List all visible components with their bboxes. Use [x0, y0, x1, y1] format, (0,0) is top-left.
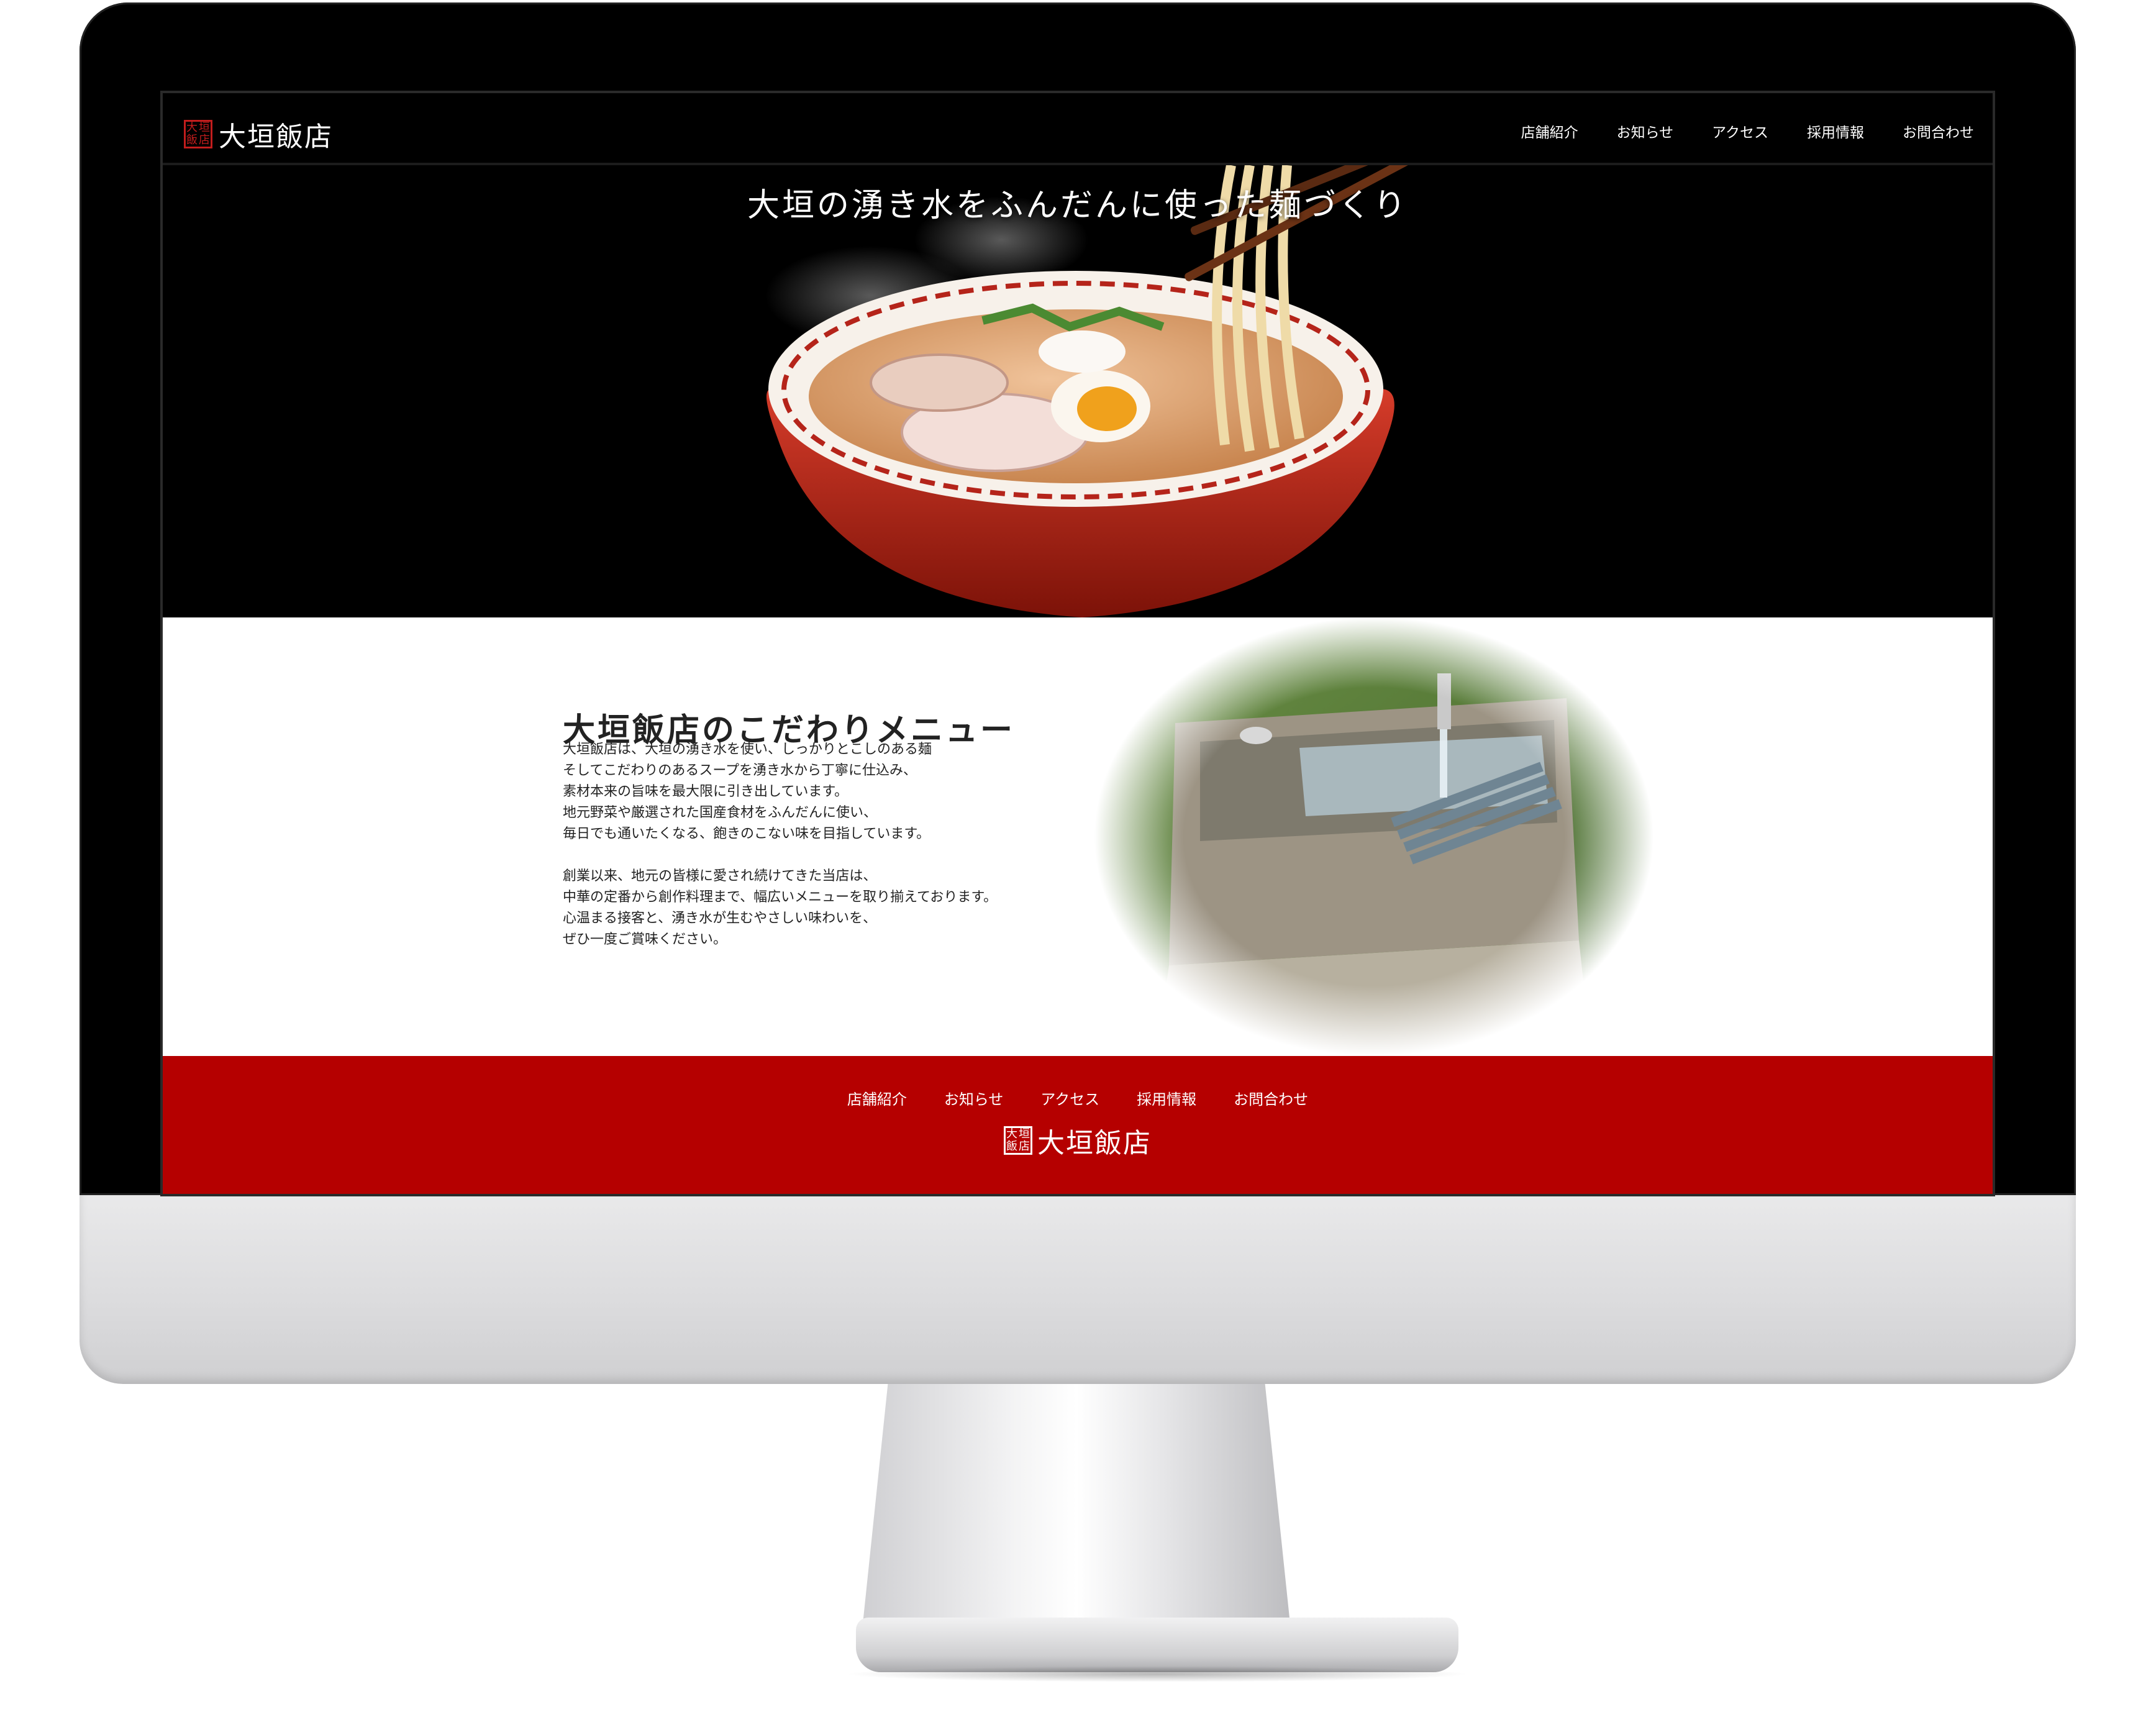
site-footer: 店舗紹介 お知らせ アクセス 採用情報 お問合わせ 大 垣 飯 店 大垣飯店 — [163, 1056, 1993, 1194]
footer-nav-item-news[interactable]: お知らせ — [944, 1087, 1004, 1109]
stand-shadow — [844, 1666, 1471, 1682]
header-nav: 店舗紹介 お知らせ アクセス 採用情報 お問合わせ — [1521, 121, 1974, 142]
footer-nav-item-contact[interactable]: お問合わせ — [1234, 1087, 1308, 1109]
nav-item-access[interactable]: アクセス — [1712, 121, 1768, 142]
nav-item-news[interactable]: お知らせ — [1617, 121, 1674, 142]
monitor-stand-base — [856, 1618, 1458, 1672]
footer-logo-name: 大垣飯店 — [1037, 1127, 1152, 1159]
intro-paragraph: 創業以来、地元の皆様に愛され続けてきた当店は、 中華の定番から創作料理まで、幅広… — [563, 868, 998, 947]
footer-logo[interactable]: 大 垣 飯 店 大垣飯店 — [1004, 1121, 1152, 1160]
footer-nav-item-recruit[interactable]: 採用情報 — [1137, 1087, 1196, 1109]
browser-screen: 大 垣 飯 店 大垣飯店 店舗紹介 お知らせ アクセス 採用情報 お問合わせ 大… — [160, 91, 1995, 1196]
intro-section: 大垣飯店のこだわりメニュー 大垣飯店は、大垣の湧き水を使い、しっかりとこしのある… — [163, 617, 1993, 1056]
logo-name: 大垣飯店 — [219, 121, 333, 153]
footer-nav-item-store[interactable]: 店舗紹介 — [847, 1087, 907, 1109]
logo-seal-icon: 大 垣 飯 店 — [184, 120, 212, 148]
intro-paragraph: 大垣飯店は、大垣の湧き水を使い、しっかりとこしのある麺 そしてこだわりのあるスー… — [563, 742, 932, 842]
footer-nav-item-access[interactable]: アクセス — [1040, 1087, 1099, 1109]
spring-water-image — [1094, 617, 1653, 1056]
logo-seal-icon: 大 垣 飯 店 — [1004, 1126, 1032, 1155]
nav-item-recruit[interactable]: 採用情報 — [1807, 121, 1864, 142]
hero-section: 大垣の湧き水をふんだんに使った麺づくり — [163, 165, 1993, 617]
nav-item-contact[interactable]: お問合わせ — [1903, 121, 1974, 142]
hero-title: 大垣の湧き水をふんだんに使った麺づくり — [747, 187, 1408, 224]
ramen-hero-image — [765, 165, 1440, 617]
header-logo[interactable]: 大 垣 飯 店 大垣飯店 — [184, 114, 333, 154]
intro-body: 大垣飯店は、大垣の湧き水を使い、しっかりとこしのある麺 そしてこだわりのあるスー… — [563, 739, 1097, 972]
site-header: 大 垣 飯 店 大垣飯店 店舗紹介 お知らせ アクセス 採用情報 お問合わせ — [163, 93, 1993, 165]
monitor-chin — [80, 1195, 2076, 1384]
footer-nav: 店舗紹介 お知らせ アクセス 採用情報 お問合わせ — [163, 1087, 1993, 1109]
nav-item-store[interactable]: 店舗紹介 — [1521, 121, 1578, 142]
